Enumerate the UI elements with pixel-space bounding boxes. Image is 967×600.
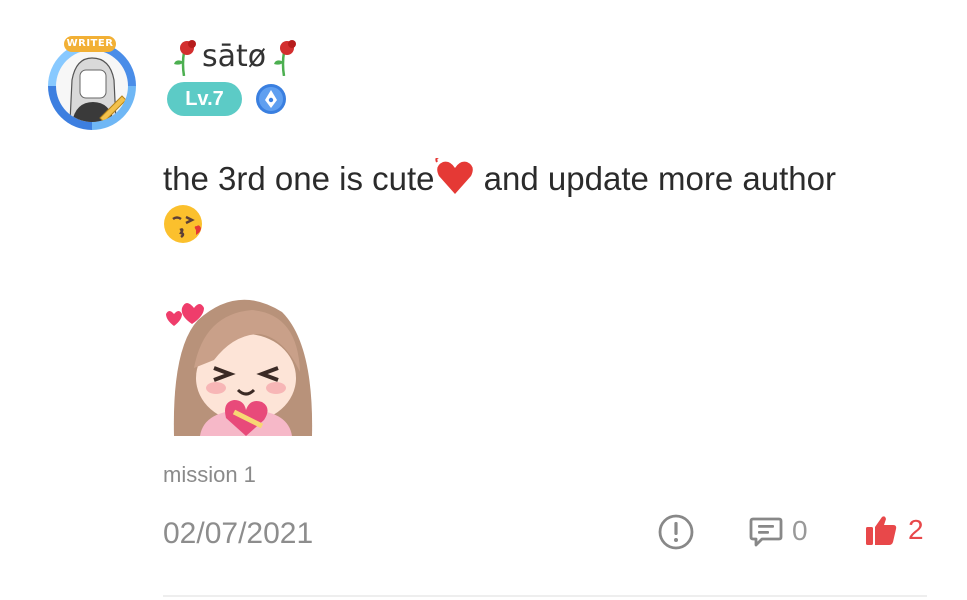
report-button[interactable]	[657, 513, 695, 551]
girl-holding-heart-sticker	[164, 278, 316, 436]
reply-button[interactable]: 0	[748, 513, 808, 549]
avatar-image	[56, 50, 128, 122]
comment-text-part1: the 3rd one is cute	[163, 160, 435, 197]
beating-heart-emoji-icon	[434, 158, 473, 194]
kissing-face-emoji-icon	[164, 205, 202, 243]
comment-date: 02/07/2021	[163, 517, 314, 550]
user-avatar[interactable]: WRITER	[42, 36, 144, 132]
divider	[163, 595, 927, 597]
comment-text-part2: and update more author	[474, 160, 836, 197]
username-row[interactable]: sātø	[170, 34, 298, 78]
like-count: 2	[908, 514, 924, 545]
thumbs-up-icon	[866, 516, 897, 545]
reply-count: 0	[792, 515, 808, 546]
comment-body: the 3rd one is cute and update more auth…	[163, 155, 923, 251]
level-badge: Lv.7	[167, 82, 242, 116]
comment-bubble-icon	[749, 517, 783, 547]
alert-circle-icon	[658, 514, 694, 550]
rose-left-icon	[174, 40, 196, 76]
mission-label[interactable]: mission 1	[163, 462, 256, 488]
like-button[interactable]: 2	[864, 513, 924, 547]
writer-badge-label: WRITER	[64, 36, 116, 52]
rose-right-icon	[274, 40, 297, 76]
username[interactable]: sātø	[202, 39, 266, 74]
author-badge-icon	[256, 84, 286, 114]
